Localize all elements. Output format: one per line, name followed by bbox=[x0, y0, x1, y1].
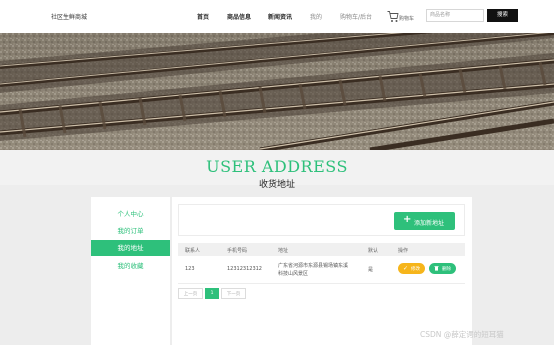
row-contact: 123 bbox=[185, 266, 195, 272]
delete-label: 删除 bbox=[442, 267, 451, 272]
column-header-contact: 联系人 bbox=[185, 248, 201, 254]
pagination-prev[interactable]: 上一页 bbox=[178, 288, 203, 299]
brand-name[interactable]: 社区生鲜商城 bbox=[51, 12, 87, 21]
sidebar-item-orders[interactable]: 我的订单 bbox=[91, 223, 170, 239]
sidebar-item-profile[interactable]: 个人中心 bbox=[91, 206, 170, 222]
plus-icon: + bbox=[403, 214, 412, 225]
csdn-watermark: CSDN @薛定谔的短耳猫 bbox=[420, 330, 504, 339]
row-address-line2: 科技山风景区 bbox=[278, 271, 309, 277]
add-address-button[interactable]: + 添加新地址 bbox=[394, 212, 455, 230]
railway-tracks-illustration bbox=[0, 33, 554, 150]
column-header-phone: 手机号码 bbox=[227, 248, 248, 254]
column-header-default: 默认 bbox=[368, 248, 379, 254]
search-button[interactable]: 搜索 bbox=[487, 9, 518, 22]
add-address-label: 添加新地址 bbox=[414, 220, 445, 227]
pagination-page-1[interactable]: 1 bbox=[205, 288, 219, 299]
column-header-actions: 操作 bbox=[398, 248, 409, 254]
edit-check-icon: ✓ bbox=[403, 265, 409, 272]
sidebar-item-favorites[interactable]: 我的收藏 bbox=[91, 258, 170, 274]
account-sidebar: 个人中心 我的订单 我的地址 我的收藏 bbox=[91, 197, 170, 345]
cart-link[interactable]: 购物车 bbox=[387, 10, 417, 24]
delete-address-button[interactable]: 删除 bbox=[429, 263, 456, 274]
row-divider bbox=[178, 283, 465, 284]
pagination-next[interactable]: 下一页 bbox=[221, 288, 246, 299]
hero-banner-image bbox=[0, 33, 554, 150]
nav-cart-admin[interactable]: 购物车/后台 bbox=[340, 12, 372, 21]
page-title-en: USER ADDRESS bbox=[206, 157, 348, 176]
page-title-cn: 收货地址 bbox=[258, 180, 295, 190]
table-header bbox=[178, 243, 465, 256]
trash-icon bbox=[434, 265, 439, 273]
top-navigation-bar: 社区生鲜商城 首页 商品信息 新闻资讯 我的 购物车/后台 购物车 商品名称 搜… bbox=[0, 0, 554, 33]
row-default: 是 bbox=[368, 267, 374, 273]
sidebar-item-address[interactable]: 我的地址 bbox=[91, 240, 170, 256]
row-address-line1: 广东省河源市东源县锡场镇东溪 bbox=[278, 263, 349, 269]
row-phone: 12312312312 bbox=[227, 266, 262, 272]
edit-label: 修改 bbox=[411, 267, 420, 272]
edit-address-button[interactable]: ✓ 修改 bbox=[398, 263, 425, 274]
nav-products[interactable]: 商品信息 bbox=[227, 12, 251, 21]
nav-news[interactable]: 新闻资讯 bbox=[268, 12, 292, 21]
column-header-address: 地址 bbox=[278, 248, 289, 254]
cart-icon bbox=[387, 11, 399, 22]
nav-home[interactable]: 首页 bbox=[197, 12, 209, 21]
nav-mine[interactable]: 我的 bbox=[310, 12, 322, 21]
cart-label: 购物车 bbox=[399, 16, 415, 22]
search-input[interactable]: 商品名称 bbox=[426, 9, 484, 22]
